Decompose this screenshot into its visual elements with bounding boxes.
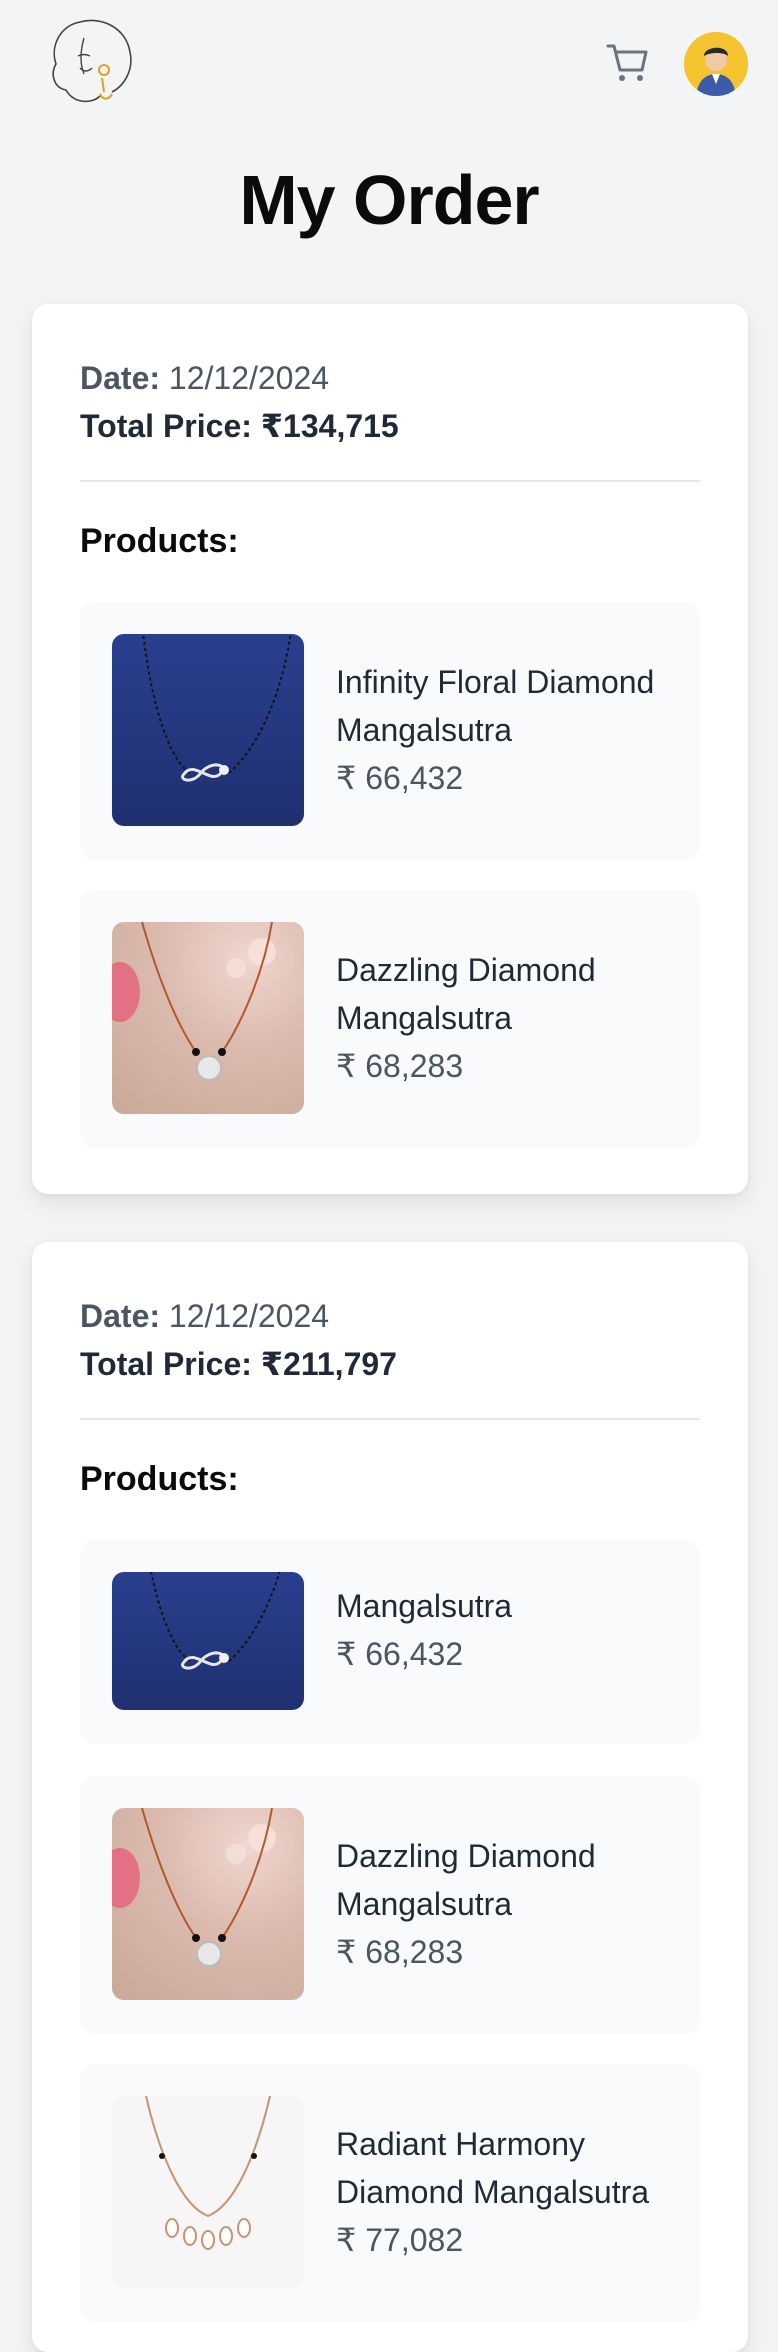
products-heading: Products:: [80, 522, 239, 560]
product-name: Dazzling Diamond Mangalsutra: [336, 952, 596, 1036]
product-item[interactable]: Infinity Floral Diamond Mangalsutra ₹ 66…: [80, 602, 700, 860]
product-price: ₹ 66,432: [336, 1636, 464, 1672]
product-item[interactable]: Radiant Harmony Diamond Mangalsutra ₹ 77…: [80, 2064, 700, 2322]
product-name: Radiant Harmony Diamond Mangalsutra: [336, 2126, 650, 2210]
product-price: ₹ 68,283: [336, 1048, 464, 1084]
total-value: ₹211,797: [260, 1346, 397, 1382]
page-title: My Order: [239, 161, 539, 239]
total-label: Total Price:: [80, 408, 252, 444]
order-card: Date: 12/12/2024 Total Price: ₹134,715 P…: [32, 304, 748, 1194]
divider: [80, 480, 700, 482]
product-name: Dazzling Diamond Mangalsutra: [336, 1838, 596, 1922]
product-item[interactable]: Mangalsutra ₹ 66,432: [80, 1540, 700, 1744]
product-image[interactable]: [112, 2096, 304, 2288]
app-header: [0, 0, 778, 120]
total-value: ₹134,715: [260, 408, 399, 444]
product-name: Infinity Floral Diamond Mangalsutra: [336, 664, 655, 748]
date-value: 12/12/2024: [168, 1298, 330, 1334]
product-item[interactable]: Dazzling Diamond Mangalsutra ₹ 68,283: [80, 1776, 700, 2034]
product-image[interactable]: [112, 1572, 304, 1710]
date-value: 12/12/2024: [168, 360, 330, 396]
order-date: Date: 12/12/2024: [80, 1292, 397, 1340]
order-total: Total Price: ₹134,715: [80, 402, 399, 450]
product-image[interactable]: [112, 1808, 304, 2000]
date-label: Date:: [80, 1298, 161, 1334]
date-label: Date:: [80, 360, 161, 396]
product-image[interactable]: [112, 634, 304, 826]
divider: [80, 1418, 700, 1420]
product-price: ₹ 77,082: [336, 2222, 464, 2258]
products-heading: Products:: [80, 1460, 239, 1498]
product-price: ₹ 66,432: [336, 760, 464, 796]
total-label: Total Price:: [80, 1346, 252, 1382]
product-image[interactable]: [112, 922, 304, 1114]
cart-icon[interactable]: [604, 38, 652, 86]
user-avatar-icon[interactable]: [684, 32, 748, 96]
product-name: Mangalsutra: [336, 1588, 513, 1624]
order-total: Total Price: ₹211,797: [80, 1340, 397, 1388]
product-price: ₹ 68,283: [336, 1934, 464, 1970]
order-date: Date: 12/12/2024: [80, 354, 399, 402]
order-card: Date: 12/12/2024 Total Price: ₹211,797 P…: [32, 1242, 748, 2352]
woman-face-logo-icon[interactable]: [40, 12, 146, 110]
product-item[interactable]: Dazzling Diamond Mangalsutra ₹ 68,283: [80, 890, 700, 1148]
